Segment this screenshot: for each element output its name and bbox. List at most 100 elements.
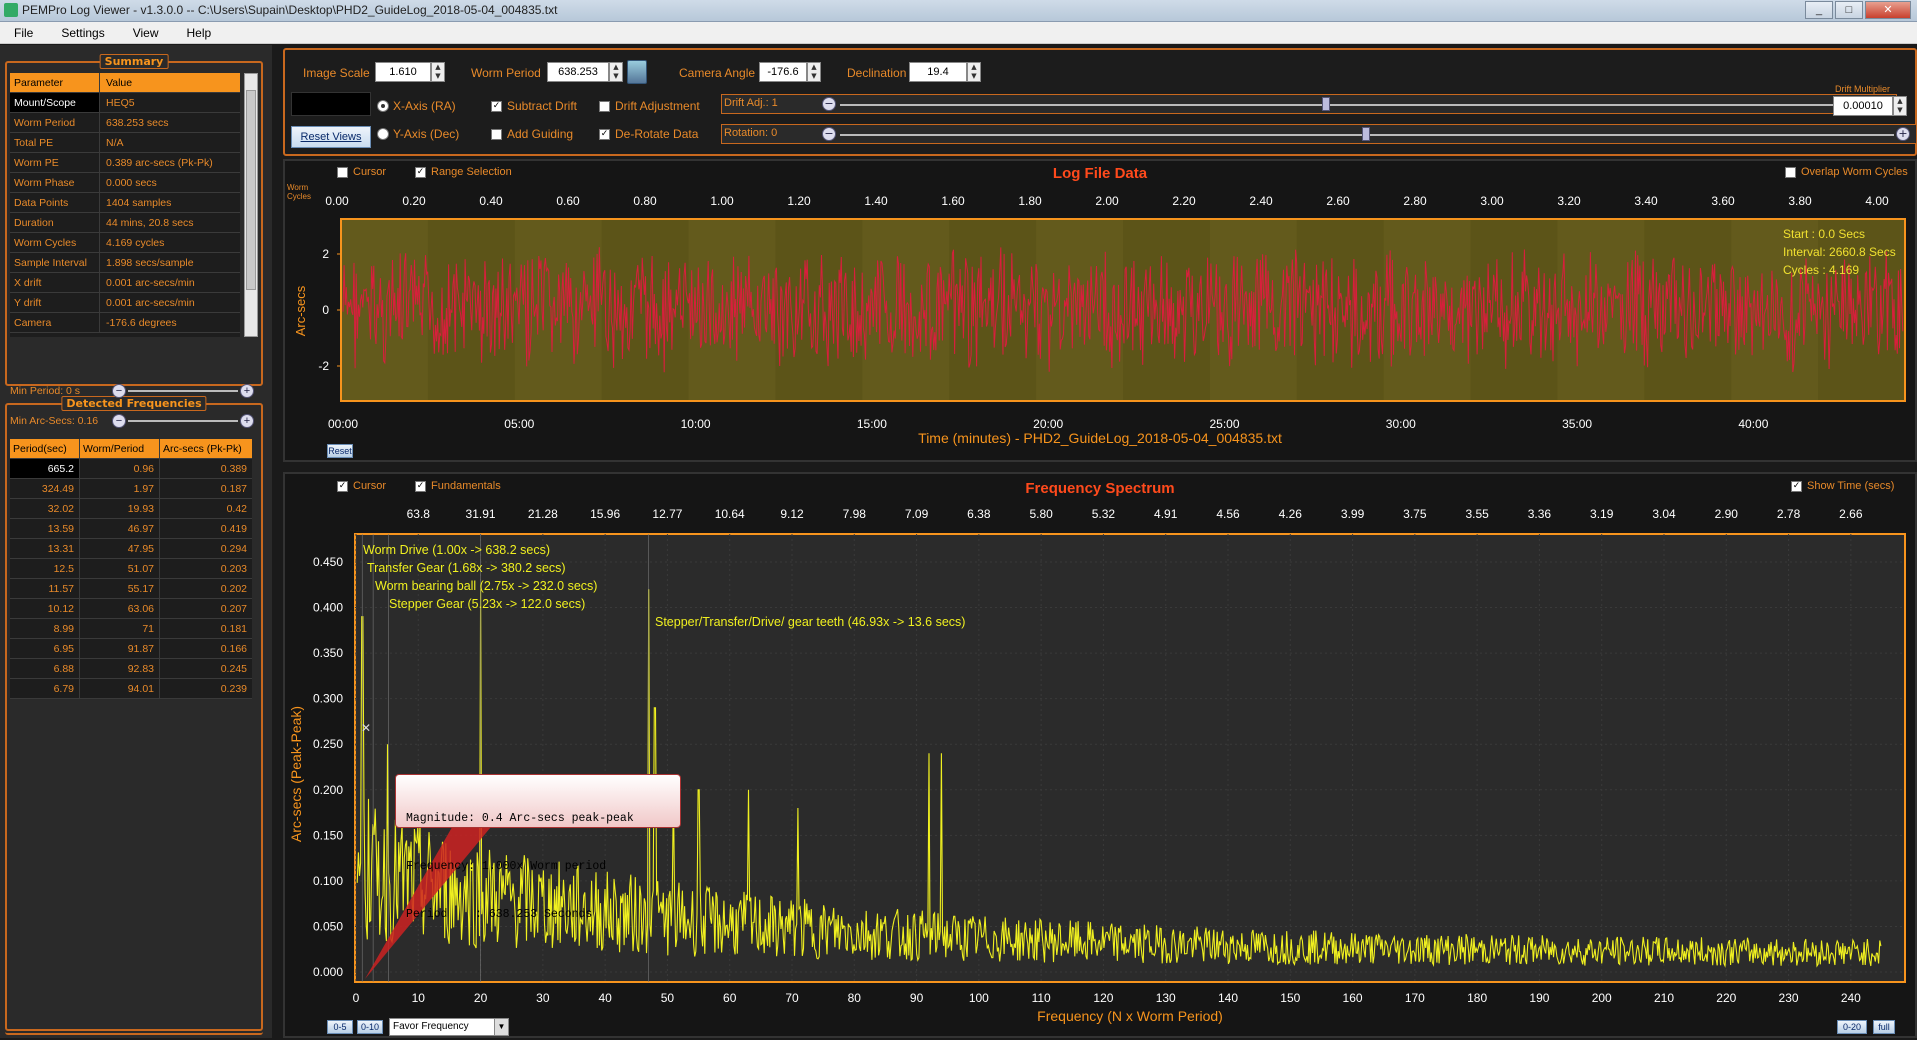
reset-views-button[interactable]: Reset Views [291, 126, 371, 148]
freq-top-tick: 9.12 [780, 507, 804, 521]
summary-param: Worm Cycles [10, 233, 100, 252]
drift-multiplier-spinner[interactable]: ▲ ▼ [1893, 96, 1907, 116]
freq-top-tick: 3.19 [1590, 507, 1614, 521]
log-chart-svg[interactable]: 0.00 0.20 0.40 0.60 0.80 1.00 1.20 1.40 1.60 1.80… [285, 161, 1915, 461]
min-period-increase-button[interactable]: + [240, 384, 254, 398]
summary-row[interactable]: X drift 0.001 arc-secs/min [10, 273, 240, 293]
drift-multiplier-input[interactable]: 0.00010 [1833, 96, 1893, 116]
drift-adj-decrease-button[interactable]: − [822, 97, 836, 111]
summary-row[interactable]: Worm Cycles 4.169 cycles [10, 233, 240, 253]
range-0-20-button[interactable]: 0-20 [1837, 1020, 1867, 1034]
log-bottom-tick: 35:00 [1562, 417, 1592, 431]
summary-row[interactable]: Total PE N/A [10, 133, 240, 153]
freq-table-row[interactable]: 12.5 51.07 0.203 [10, 559, 252, 579]
drift-adj-slider[interactable]: Drift Adj.: 1 − + [721, 94, 1897, 114]
freq-table-row[interactable]: 32.02 19.93 0.42 [10, 499, 252, 519]
image-scale-spinner[interactable]: ▲ ▼ [431, 62, 445, 82]
drift-adjustment-checkbox[interactable] [599, 101, 610, 112]
range-full-button[interactable]: full [1873, 1020, 1895, 1034]
min-arcsecs-decrease-button[interactable]: − [112, 414, 126, 428]
freq-top-tick: 31.91 [466, 507, 496, 521]
min-arcsecs-increase-button[interactable]: + [240, 414, 254, 428]
freq-table-row[interactable]: 10.12 63.06 0.207 [10, 599, 252, 619]
annotation-text: Worm bearing ball (2.75x -> 232.0 secs) [375, 579, 597, 593]
freq-bottom-tick: 200 [1592, 991, 1612, 1005]
x-axis-radio[interactable] [377, 100, 389, 112]
freq-bottom-tick: 210 [1654, 991, 1674, 1005]
rotation-thumb[interactable] [1362, 127, 1370, 141]
favor-frequency-dropdown[interactable]: Favor Frequency ▼ [389, 1018, 509, 1036]
summary-row[interactable]: Y drift 0.001 arc-secs/min [10, 293, 240, 313]
rotation-decrease-button[interactable]: − [822, 127, 836, 141]
drift-adj-track[interactable] [840, 104, 1874, 106]
summary-row[interactable]: Camera -176.6 degrees [10, 313, 240, 333]
freq-table-row[interactable]: 6.95 91.87 0.166 [10, 639, 252, 659]
freq-bottom-tick: 180 [1467, 991, 1487, 1005]
freq-cell: 0.187 [220, 483, 247, 495]
summary-row[interactable]: Data Points 1404 samples [10, 193, 240, 213]
declination-spinner[interactable]: ▲ ▼ [967, 62, 981, 82]
log-top-tick: 1.80 [1018, 194, 1042, 208]
summary-row[interactable]: Sample Interval 1.898 secs/sample [10, 253, 240, 273]
declination-input[interactable]: 19.4 [909, 62, 967, 82]
drift-multiplier-label: Drift Multiplier [1835, 84, 1891, 94]
log-ylabel: Arc-secs [293, 285, 308, 336]
menu-file[interactable]: File [0, 26, 47, 40]
freq-table-row[interactable]: 6.88 92.83 0.245 [10, 659, 252, 679]
camera-angle-spinner[interactable]: ▲ ▼ [807, 62, 821, 82]
summary-row[interactable]: Mount/Scope HEQ5 [10, 93, 240, 113]
summary-value: -176.6 degrees [106, 317, 177, 329]
minimize-button[interactable]: _ [1805, 1, 1833, 19]
rotation-slider[interactable]: Rotation: 0 − + [721, 124, 1917, 144]
worm-period-spinner[interactable]: ▲ ▼ [609, 62, 623, 82]
close-button[interactable]: ✕ [1865, 1, 1911, 19]
rotation-increase-button[interactable]: + [1896, 127, 1910, 141]
freq-table-header[interactable]: Period(sec) Worm/Period Arc-secs (Pk-Pk) [10, 439, 252, 459]
y-axis-radio[interactable] [377, 128, 389, 140]
menu-settings[interactable]: Settings [47, 26, 118, 40]
min-arcsecs-track[interactable] [128, 420, 238, 422]
image-scale-input[interactable]: 1.610 [375, 62, 431, 82]
min-period-decrease-button[interactable]: − [112, 384, 126, 398]
freq-table-row[interactable]: 13.31 47.95 0.294 [10, 539, 252, 559]
freq-table-row[interactable]: 665.2 0.96 0.389 [10, 459, 252, 479]
min-period-track[interactable] [128, 390, 238, 392]
freq-cell: 6.95 [10, 639, 80, 658]
freq-table-row[interactable]: 13.59 46.97 0.419 [10, 519, 252, 539]
freq-cell: 13.59 [10, 519, 80, 538]
freq-table-row[interactable]: 11.57 55.17 0.202 [10, 579, 252, 599]
chevron-down-icon[interactable]: ▼ [494, 1019, 508, 1035]
summary-header[interactable]: Parameter Value [10, 73, 240, 93]
subtract-drift-checkbox[interactable]: ✓ [491, 101, 502, 112]
scrollbar-thumb[interactable] [246, 90, 256, 290]
maximize-button[interactable]: □ [1835, 1, 1863, 19]
summary-row[interactable]: Worm PE 0.389 arc-secs (Pk-Pk) [10, 153, 240, 173]
log-reset-button[interactable]: Reset [327, 444, 353, 458]
freq-table-row[interactable]: 6.79 94.01 0.239 [10, 679, 252, 699]
summary-row[interactable]: Worm Phase 0.000 secs [10, 173, 240, 193]
freq-table-row[interactable]: 8.99 71 0.181 [10, 619, 252, 639]
range-0-10-button[interactable]: 0-10 [357, 1020, 383, 1034]
log-bottom-tick: 20:00 [1033, 417, 1063, 431]
range-0-5-button[interactable]: 0-5 [327, 1020, 353, 1034]
add-guiding-checkbox[interactable] [491, 129, 502, 140]
freq-table-row[interactable]: 324.49 1.97 0.187 [10, 479, 252, 499]
summary-row[interactable]: Worm Period 638.253 secs [10, 113, 240, 133]
summary-row[interactable]: Duration 44 mins, 20.8 secs [10, 213, 240, 233]
menu-view[interactable]: View [119, 26, 173, 40]
freq-cell: 46.97 [80, 519, 160, 538]
log-top-tick: 3.00 [1480, 194, 1504, 208]
annotation-text: Stepper Gear (5.23x -> 122.0 secs) [389, 597, 585, 611]
summary-title: Summary [99, 54, 169, 69]
derotate-checkbox[interactable]: ✓ [599, 129, 610, 140]
freq-cell: 1.97 [80, 479, 160, 498]
summary-scrollbar[interactable] [244, 73, 258, 337]
menu-help[interactable]: Help [173, 26, 226, 40]
camera-angle-input[interactable]: -176.6 [759, 62, 807, 82]
worm-period-input[interactable]: 638.253 [547, 62, 609, 82]
log-bottom-tick: 40:00 [1738, 417, 1768, 431]
freq-chart-svg[interactable]: 0.450 0.400 0.350 0.300 0.250 0.200 0.150 0.100… [285, 474, 1915, 1040]
calculator-icon[interactable] [627, 60, 647, 84]
drift-adj-thumb[interactable] [1322, 97, 1330, 111]
freq-top-tick: 10.64 [715, 507, 745, 521]
